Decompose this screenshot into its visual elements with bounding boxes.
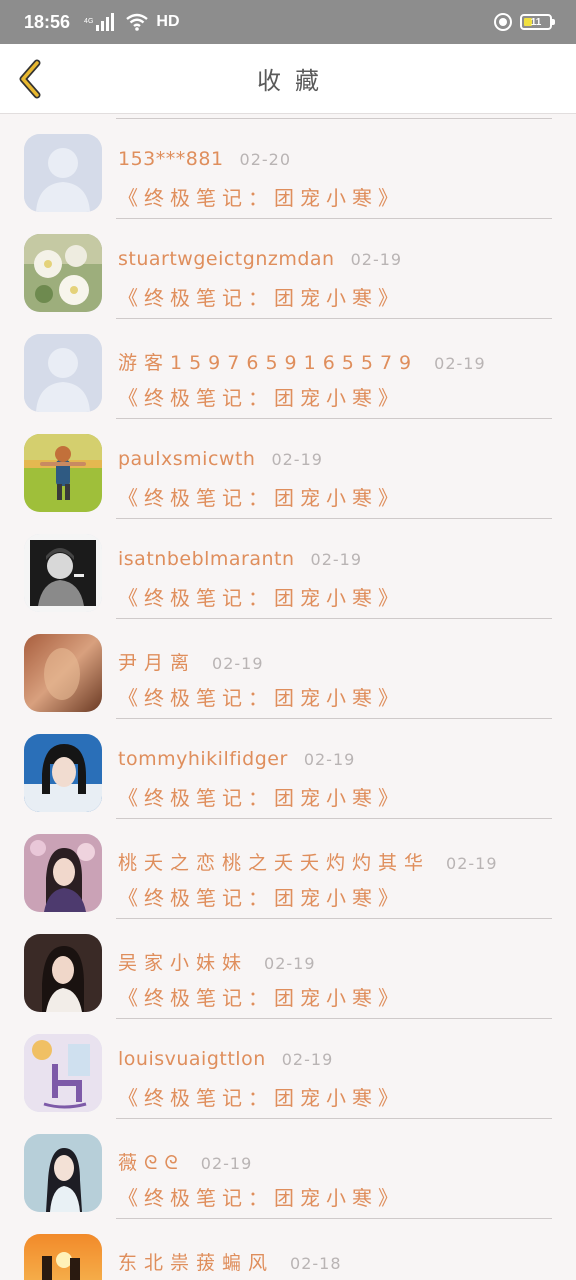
date: 02-20 [239,150,292,169]
user-line: isatnbeblmarantn 02-19 [118,548,362,570]
status-bar: 18:56 4G HD 11 [0,0,576,44]
user-line: louisvuaigttlon 02-19 [118,1048,333,1070]
book-title[interactable]: 《终极笔记：团宠小寒》 [118,482,404,511]
list-item[interactable]: 东北祟菝蝙风 02-18 [0,1214,576,1280]
list-item[interactable]: 153***881 02-20 《终极笔记：团宠小寒》 [0,114,576,219]
date: 02-19 [303,750,356,769]
username: 153***881 [118,148,224,170]
network-label: 4G [84,18,94,25]
back-button[interactable] [10,56,50,102]
username: louisvuaigttlon [118,1048,266,1070]
date: 02-19 [446,854,498,873]
avatar[interactable] [24,434,102,512]
battery-icon: 11 [520,14,555,30]
list-item[interactable]: 吴家小妹妹 02-19 《终极笔记：团宠小寒》 [0,914,576,1019]
avatar[interactable] [24,534,102,612]
wifi-icon [126,13,149,31]
book-title[interactable]: 《终极笔记：团宠小寒》 [118,1182,404,1211]
avatar[interactable] [24,734,102,812]
page-title: 收藏 [257,67,333,95]
user-line: 尹月离 02-19 [118,648,264,675]
list-item[interactable]: stuartwgeictgnzmdan 02-19 《终极笔记：团宠小寒》 [0,214,576,319]
status-right: 11 [494,13,555,31]
hd-label: HD [156,13,180,30]
date: 02-19 [350,250,403,269]
signal-icon: 4G [84,13,115,31]
avatar[interactable] [24,934,102,1012]
book-title[interactable]: 《终极笔记：团宠小寒》 [118,682,404,711]
avatar[interactable] [24,834,102,912]
chevron-left-icon [19,59,41,99]
book-title[interactable]: 《终极笔记：团宠小寒》 [118,182,404,211]
username: stuartwgeictgnzmdan [118,248,335,270]
date: 02-19 [310,550,363,569]
date: 02-19 [281,1050,334,1069]
username: paulxsmicwth [118,448,256,470]
book-title[interactable]: 《终极笔记：团宠小寒》 [118,1082,404,1111]
date: 02-19 [271,450,323,469]
status-left: 18:56 4G HD [24,12,180,33]
avatar[interactable] [24,634,102,712]
list-item[interactable]: louisvuaigttlon 02-19 《终极笔记：团宠小寒》 [0,1014,576,1119]
user-line: 桃夭之恋桃之夭夭灼灼其华 02-19 [118,848,498,875]
battery-level: 11 [530,16,542,28]
list-item[interactable]: 薇ᘓᘓ 02-19 《终极笔记：团宠小寒》 [0,1114,576,1219]
username: 薇ᘓᘓ [118,1152,185,1174]
avatar[interactable] [24,1134,102,1212]
username: tommyhikilfidger [118,748,288,770]
user-line: stuartwgeictgnzmdan 02-19 [118,248,402,270]
date: 02-19 [264,954,316,973]
nav-bar: 收藏 [0,44,576,114]
list-item[interactable]: 桃夭之恋桃之夭夭灼灼其华 02-19 《终极笔记：团宠小寒》 [0,814,576,919]
avatar[interactable] [24,134,102,212]
list-item[interactable]: isatnbeblmarantn 02-19 《终极笔记：团宠小寒》 [0,514,576,619]
user-line: 薇ᘓᘓ 02-19 [118,1148,252,1175]
book-title[interactable]: 《终极笔记：团宠小寒》 [118,982,404,1011]
book-title[interactable]: 《终极笔记：团宠小寒》 [118,382,404,411]
book-title[interactable]: 《终极笔记：团宠小寒》 [118,282,404,311]
list-item[interactable]: paulxsmicwth 02-19 《终极笔记：团宠小寒》 [0,414,576,519]
date: 02-18 [290,1254,342,1273]
list-item[interactable]: 游客1597659165579 02-19 《终极笔记：团宠小寒》 [0,314,576,419]
user-line: tommyhikilfidger 02-19 [118,748,355,770]
notification-ring-icon [494,13,512,31]
status-time: 18:56 [24,11,71,32]
book-title[interactable]: 《终极笔记：团宠小寒》 [118,882,404,911]
username: 东北祟菝蝙风 [118,1252,275,1274]
username: 桃夭之恋桃之夭夭灼灼其华 [118,852,431,874]
user-line: 吴家小妹妹 02-19 [118,948,316,975]
user-line: 东北祟菝蝙风 02-18 [118,1248,342,1275]
avatar[interactable] [24,1034,102,1112]
username: 尹月离 [118,652,197,674]
list-item[interactable]: 尹月离 02-19 《终极笔记：团宠小寒》 [0,614,576,719]
date: 02-19 [434,354,486,373]
date: 02-19 [200,1154,253,1173]
username: 游客1597659165579 [118,352,419,374]
avatar[interactable] [24,1234,102,1280]
user-line: paulxsmicwth 02-19 [118,448,323,470]
date: 02-19 [212,654,264,673]
book-title[interactable]: 《终极笔记：团宠小寒》 [118,582,404,611]
favorites-list: 153***881 02-20 《终极笔记：团宠小寒》 stuartwgeictgnz… [0,114,576,1280]
username: 吴家小妹妹 [118,952,249,974]
avatar[interactable] [24,234,102,312]
user-line: 游客1597659165579 02-19 [118,348,486,375]
list-item[interactable]: tommyhikilfidger 02-19 《终极笔记：团宠小寒》 [0,714,576,819]
book-title[interactable]: 《终极笔记：团宠小寒》 [118,782,404,811]
username: isatnbeblmarantn [118,548,295,570]
avatar[interactable] [24,334,102,412]
user-line: 153***881 02-20 [118,148,291,170]
